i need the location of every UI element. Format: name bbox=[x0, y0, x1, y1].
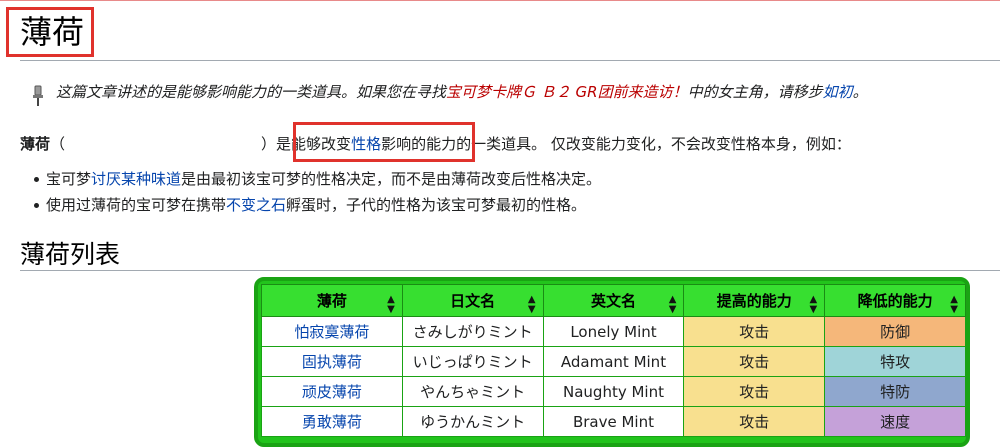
sort-arrows-icon[interactable]: ▲ ▼ bbox=[810, 295, 818, 315]
top-border bbox=[0, 0, 1000, 1]
column-header-mint[interactable]: 薄荷 ▲ ▼ bbox=[261, 284, 403, 317]
raised-stat: 攻击 bbox=[683, 316, 826, 347]
bullet-dot bbox=[34, 177, 39, 182]
mint-table: 薄荷 ▲ ▼ 日文名 ▲ ▼ 英文名 ▲ ▼ 提高的能力 ▲ ▼ 降低的能力 ▲ ▼ 怕寂寞薄荷 さ… bbox=[261, 284, 966, 437]
list-item: 使用过薄荷的宝可梦在携带不变之石孵蛋时，子代的性格为该宝可梦最初的性格。 bbox=[32, 192, 601, 218]
raised-stat: 攻击 bbox=[683, 376, 826, 407]
mint-name-link[interactable]: 顽皮薄荷 bbox=[261, 376, 403, 407]
column-header-english[interactable]: 英文名 ▲ ▼ bbox=[542, 284, 685, 317]
mint-name-link[interactable]: 固执薄荷 bbox=[261, 346, 403, 377]
raised-stat: 攻击 bbox=[683, 406, 826, 437]
lowered-stat: 特攻 bbox=[824, 346, 966, 377]
lead-bold-term: 薄荷 bbox=[20, 135, 51, 153]
header-label: 日文名 bbox=[450, 292, 496, 310]
header-label: 薄荷 bbox=[316, 292, 347, 310]
japanese-name: さみしがりミント bbox=[401, 316, 544, 347]
bullet-link-everstone[interactable]: 不变之石 bbox=[226, 196, 286, 214]
japanese-name: やんちゃミント bbox=[401, 376, 544, 407]
header-label: 提高的能力 bbox=[716, 292, 792, 310]
bullet-text: 使用过薄荷的宝可梦在携带 bbox=[46, 196, 227, 214]
lead-paren-close: ）是 bbox=[261, 135, 292, 153]
table-row: 固执薄荷 いじっぱりミント Adamant Mint 攻击 特攻 bbox=[261, 346, 966, 377]
mint-name-link[interactable]: 怕寂寞薄荷 bbox=[261, 316, 403, 347]
english-name: Brave Mint bbox=[542, 406, 685, 437]
japanese-name: ゆうかんミント bbox=[401, 406, 544, 437]
lead-text-3: 的一类道具。 仅改变能力变化，不会改变性格本身，例如： bbox=[456, 135, 851, 153]
mint-table-frame: 薄荷 ▲ ▼ 日文名 ▲ ▼ 英文名 ▲ ▼ 提高的能力 ▲ ▼ 降低的能力 ▲ ▼ 怕寂寞薄荷 さ… bbox=[254, 277, 970, 447]
lead-highlight-box bbox=[293, 122, 475, 162]
column-header-raised-stat[interactable]: 提高的能力 ▲ ▼ bbox=[683, 284, 826, 317]
lowered-stat: 特防 bbox=[824, 376, 966, 407]
english-name: Lonely Mint bbox=[542, 316, 685, 347]
bullet-dot bbox=[34, 203, 39, 208]
mint-table-body: 怕寂寞薄荷 さみしがりミント Lonely Mint 攻击 防御 固执薄荷 いじ… bbox=[261, 316, 966, 437]
bullet-text: 宝可梦 bbox=[46, 170, 92, 188]
hatnote-text-end: 。 bbox=[852, 83, 868, 101]
table-row: 顽皮薄荷 やんちゃミント Naughty Mint 攻击 特防 bbox=[261, 376, 966, 407]
sort-arrows-icon[interactable]: ▲ ▼ bbox=[669, 295, 677, 315]
title-divider bbox=[20, 60, 1000, 61]
table-header-row: 薄荷 ▲ ▼ 日文名 ▲ ▼ 英文名 ▲ ▼ 提高的能力 ▲ ▼ 降低的能力 ▲ ▼ bbox=[261, 284, 966, 317]
title-highlight-box bbox=[6, 7, 94, 57]
list-item: 宝可梦讨厌某种味道是由最初该宝可梦的性格决定，而不是由薄荷改变后性格决定。 bbox=[32, 166, 601, 192]
hatnote-link-ruchu[interactable]: 如初 bbox=[823, 83, 853, 101]
hatnote-link-card-game[interactable]: 宝可梦卡牌Ｇ Ｂ２ GR团前来造访！ bbox=[446, 83, 688, 101]
english-name: Adamant Mint bbox=[542, 346, 685, 377]
sort-arrows-icon[interactable]: ▲ ▼ bbox=[950, 295, 958, 315]
sort-arrows-icon[interactable]: ▲ ▼ bbox=[528, 295, 536, 315]
column-header-japanese[interactable]: 日文名 ▲ ▼ bbox=[401, 284, 544, 317]
bullet-text: 是由最初该宝可梦的性格决定，而不是由薄荷改变后性格决定。 bbox=[181, 170, 602, 188]
section-heading: 薄荷列表 bbox=[20, 240, 121, 269]
mint-name-link[interactable]: 勇敢薄荷 bbox=[261, 406, 403, 437]
hatnote-text-middle: 中的女主角，请移步 bbox=[687, 83, 823, 101]
raised-stat: 攻击 bbox=[683, 346, 826, 377]
table-row: 勇敢薄荷 ゆうかんミント Brave Mint 攻击 速度 bbox=[261, 406, 966, 437]
hatnote-text: 这篇文章讲述的是能够影响能力的一类道具。如果您在寻找 bbox=[56, 83, 447, 101]
hatnote: 这篇文章讲述的是能够影响能力的一类道具。如果您在寻找宝可梦卡牌Ｇ Ｂ２ GR团前… bbox=[56, 80, 868, 104]
japanese-name: いじっぱりミント bbox=[401, 346, 544, 377]
bullet-link-flavor[interactable]: 讨厌某种味道 bbox=[91, 170, 181, 188]
header-label: 降低的能力 bbox=[857, 292, 933, 310]
english-name: Naughty Mint bbox=[542, 376, 685, 407]
lowered-stat: 速度 bbox=[824, 406, 966, 437]
lowered-stat: 防御 bbox=[824, 316, 966, 347]
header-label: 英文名 bbox=[590, 292, 636, 310]
table-row: 怕寂寞薄荷 さみしがりミント Lonely Mint 攻击 防御 bbox=[261, 316, 966, 347]
column-header-lowered-stat[interactable]: 降低的能力 ▲ ▼ bbox=[824, 284, 966, 317]
lead-paren-open: （ bbox=[50, 135, 66, 153]
section-divider bbox=[20, 270, 1000, 271]
sort-arrows-icon[interactable]: ▲ ▼ bbox=[387, 295, 395, 315]
bullet-list: 宝可梦讨厌某种味道是由最初该宝可梦的性格决定，而不是由薄荷改变后性格决定。 使用… bbox=[32, 166, 601, 218]
pushpin-icon bbox=[33, 85, 43, 106]
bullet-text: 孵蛋时，子代的性格为该宝可梦最初的性格。 bbox=[286, 196, 587, 214]
